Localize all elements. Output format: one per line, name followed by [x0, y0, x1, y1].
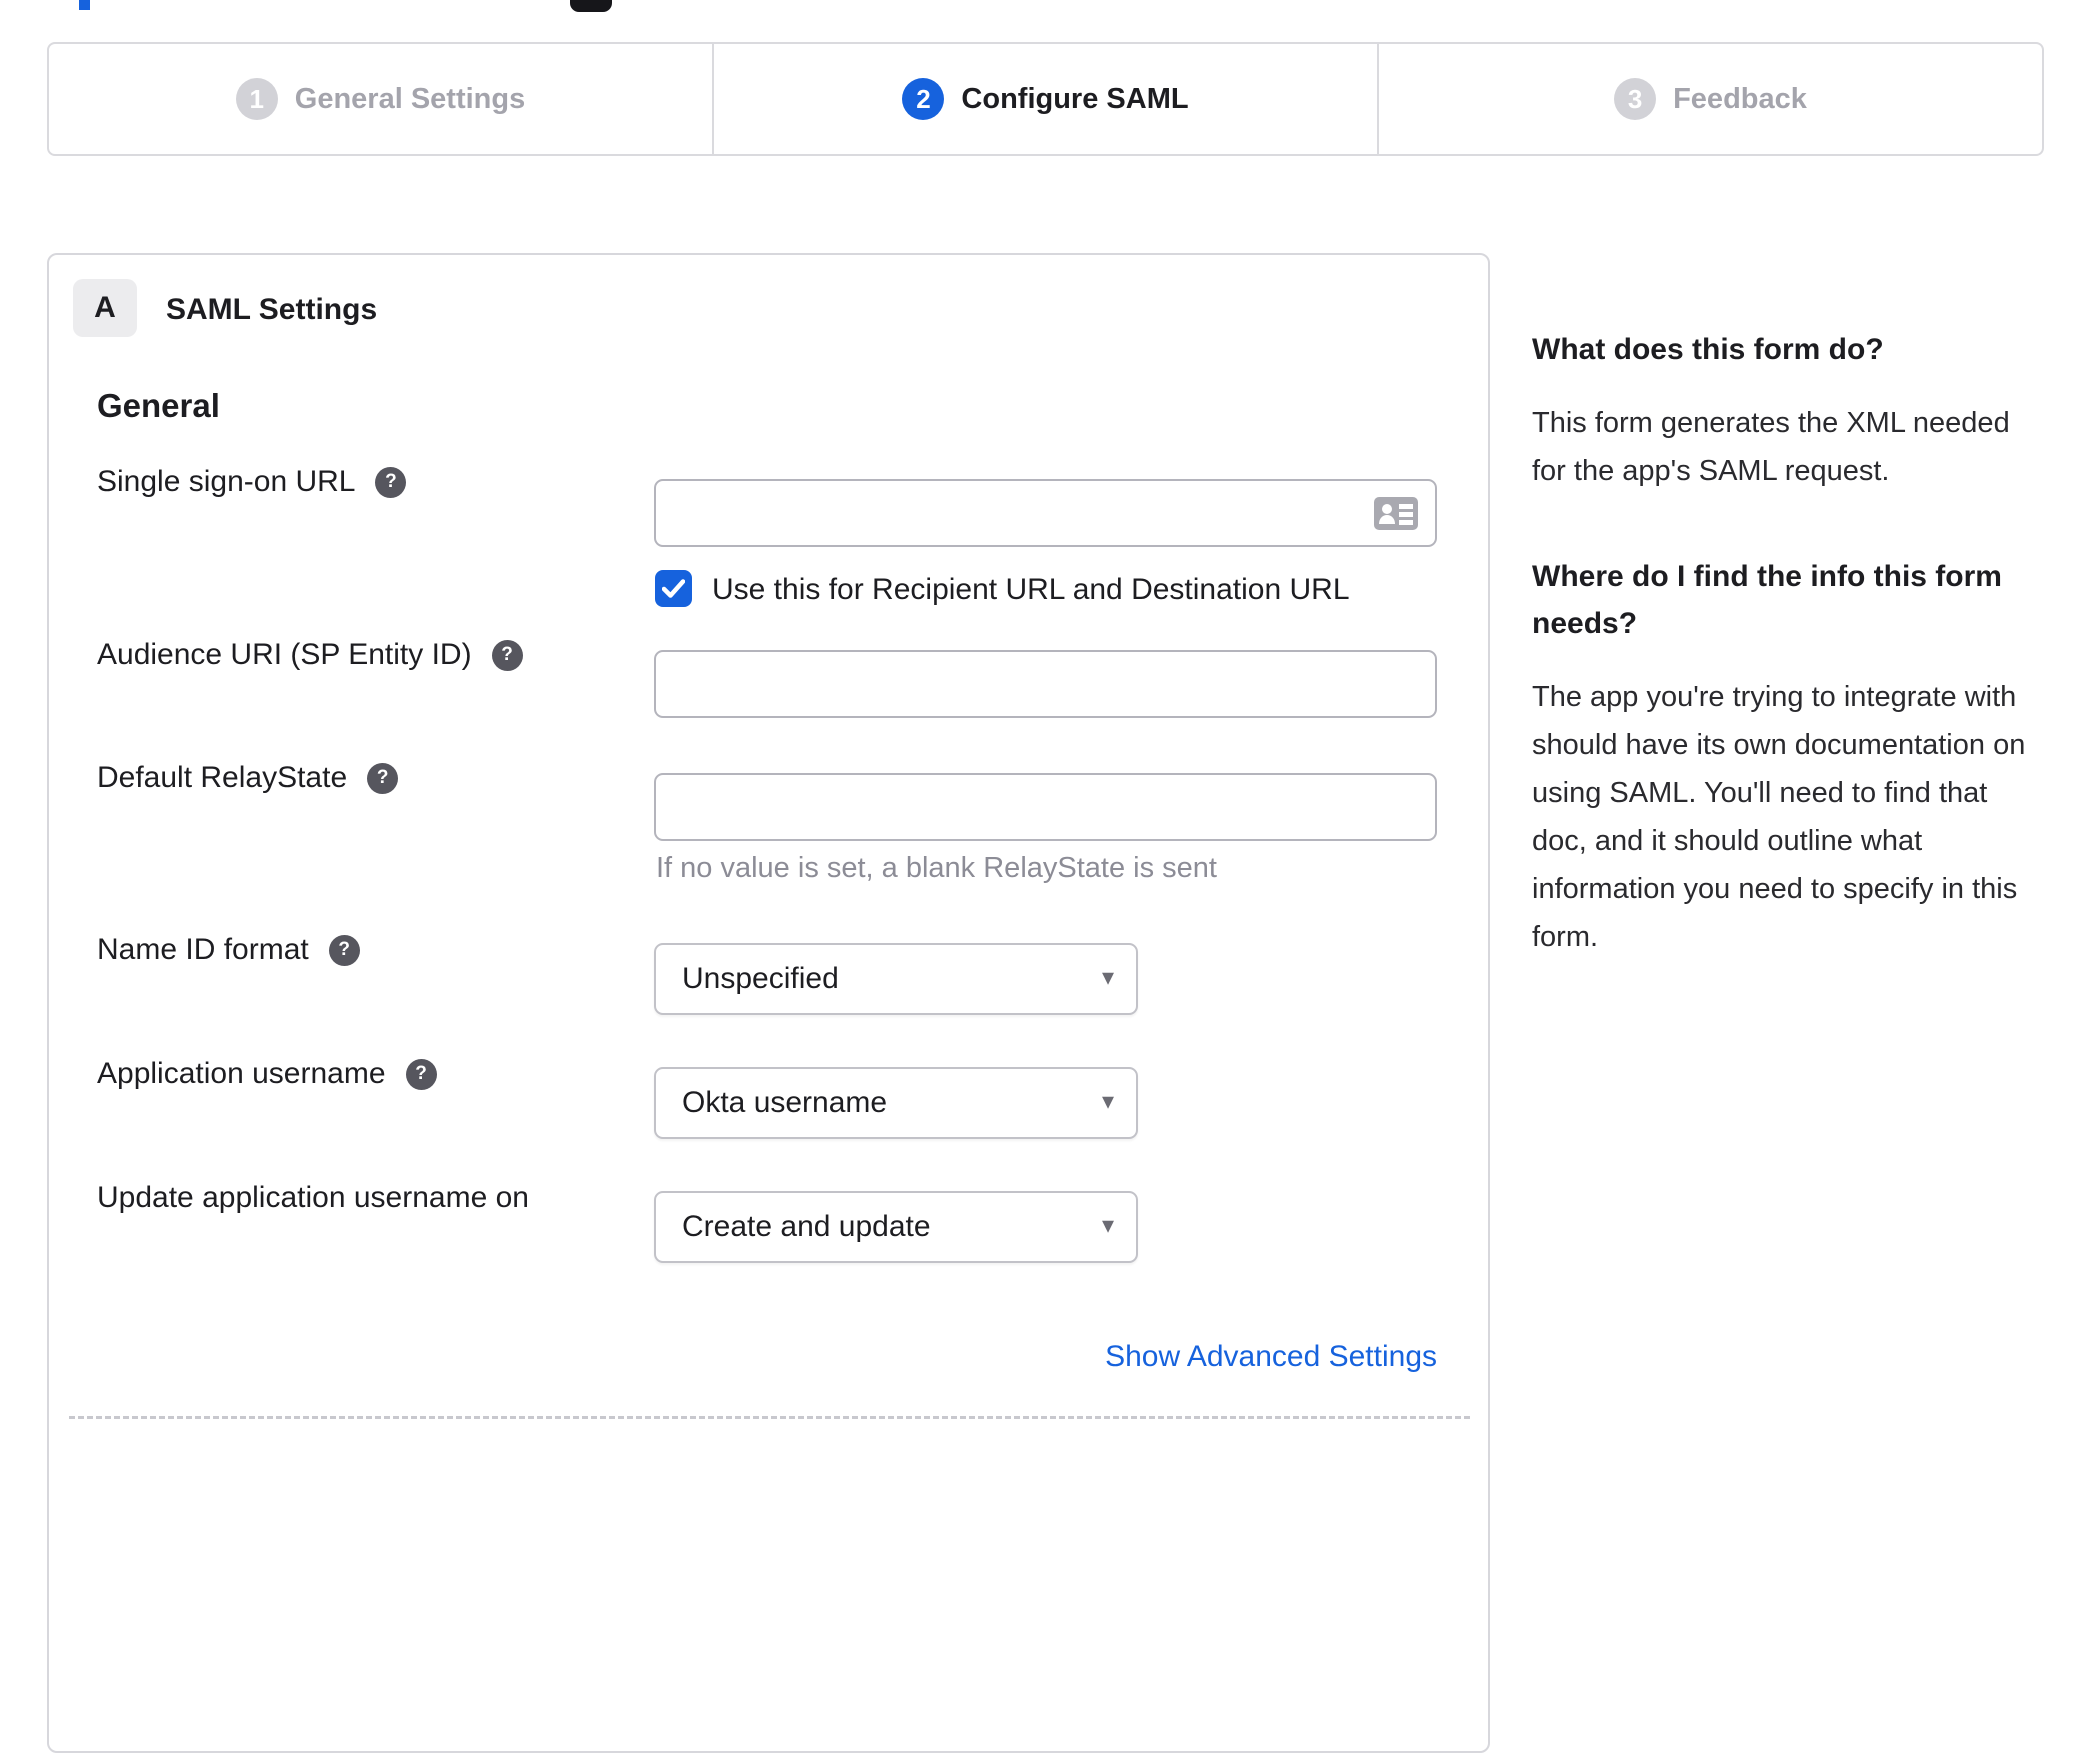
step-1-number-badge: 1 [235, 78, 278, 120]
help-icon[interactable]: ? [328, 934, 360, 966]
cutoff-app-logo-fragment [570, 0, 612, 12]
recipient-url-checkbox[interactable] [655, 570, 692, 607]
contact-card-icon[interactable] [1374, 497, 1418, 530]
sidebar-heading-what: What does this form do? [1532, 333, 1884, 366]
default-relaystate-label: Default RelayState [97, 761, 348, 794]
sidebar-heading-where: Where do I find the info this form needs… [1532, 560, 2002, 640]
group-heading-general: General [97, 387, 220, 424]
single-sign-on-url-label-row: Single sign-on URL ? [97, 465, 407, 499]
chevron-down-icon: ▾ [1101, 1088, 1114, 1116]
single-sign-on-url-input[interactable] [654, 479, 1437, 547]
configure-saml-page: { "stepper": { "steps": [ {"number": "1"… [0, 0, 2092, 1753]
cutoff-header-accent-fragment [79, 0, 90, 10]
audience-uri-input[interactable] [654, 650, 1437, 718]
step-general-settings[interactable]: 1 General Settings [49, 44, 712, 154]
step-2-number-badge: 2 [902, 78, 945, 120]
name-id-format-label-row: Name ID format ? [97, 933, 360, 967]
step-1-label: General Settings [294, 82, 526, 115]
step-feedback[interactable]: 3 Feedback [1377, 44, 2042, 154]
help-icon[interactable]: ? [491, 639, 523, 671]
default-relaystate-input[interactable] [654, 773, 1437, 841]
step-3-number-badge: 3 [1614, 78, 1657, 120]
wizard-stepper: 1 General Settings 2 Configure SAML 3 Fe… [47, 42, 2044, 156]
application-username-value: Okta username [682, 1086, 888, 1119]
update-application-username-label-row: Update application username on [97, 1181, 529, 1215]
chevron-down-icon: ▾ [1101, 1212, 1114, 1240]
default-relaystate-label-row: Default RelayState ? [97, 761, 399, 795]
help-icon[interactable]: ? [405, 1058, 437, 1090]
application-username-label-row: Application username ? [97, 1057, 437, 1091]
recipient-url-checkbox-label[interactable]: Use this for Recipient URL and Destinati… [712, 573, 1350, 607]
name-id-format-label: Name ID format [97, 933, 309, 966]
name-id-format-value: Unspecified [682, 962, 839, 995]
relaystate-hint: If no value is set, a blank RelayState i… [656, 852, 1217, 884]
section-title: SAML Settings [166, 293, 378, 326]
show-advanced-settings-link[interactable]: Show Advanced Settings [654, 1340, 1437, 1374]
checkmark-icon [662, 579, 685, 598]
sidebar-body-what: This form generates the XML needed for t… [1532, 407, 2010, 487]
help-sidebar: What does this form do? This form genera… [1532, 326, 2052, 1019]
saml-settings-card: A SAML Settings General Single sign-on U… [47, 253, 1490, 1753]
audience-uri-label-row: Audience URI (SP Entity ID) ? [97, 638, 523, 672]
help-icon[interactable]: ? [367, 762, 399, 794]
step-2-label: Configure SAML [961, 82, 1189, 115]
application-username-label: Application username [97, 1057, 386, 1090]
name-id-format-select[interactable]: Unspecified ▾ [654, 943, 1138, 1015]
help-icon[interactable]: ? [375, 466, 407, 498]
sidebar-body-where: The app you're trying to integrate with … [1532, 681, 2026, 953]
step-3-label: Feedback [1673, 82, 1807, 115]
step-configure-saml[interactable]: 2 Configure SAML [712, 44, 1377, 154]
single-sign-on-url-label: Single sign-on URL [97, 465, 356, 498]
chevron-down-icon: ▾ [1101, 964, 1114, 992]
section-dashed-divider [69, 1416, 1470, 1419]
update-application-username-label: Update application username on [97, 1181, 529, 1214]
section-letter-badge: A [73, 279, 137, 337]
audience-uri-label: Audience URI (SP Entity ID) [97, 638, 472, 671]
application-username-select[interactable]: Okta username ▾ [654, 1067, 1138, 1139]
update-application-username-value: Create and update [682, 1210, 931, 1243]
update-application-username-select[interactable]: Create and update ▾ [654, 1191, 1138, 1263]
